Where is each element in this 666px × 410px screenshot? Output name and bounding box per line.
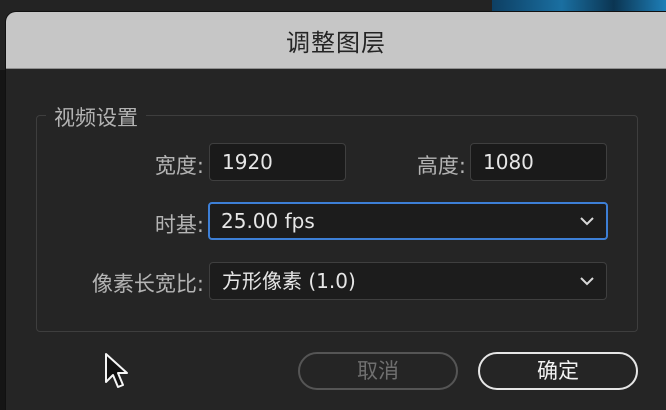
- video-settings-legend: 视频设置: [46, 102, 146, 132]
- height-field[interactable]: 1080: [470, 143, 607, 181]
- mouse-cursor-icon: [104, 352, 130, 396]
- width-field[interactable]: 1920: [209, 143, 346, 181]
- adjustment-layer-dialog: 调整图层 视频设置 宽度: 1920 高度: 1080 时基: 25.00 fp…: [6, 12, 666, 410]
- height-label: 高度:: [416, 154, 466, 178]
- chevron-down-icon: [580, 204, 594, 238]
- dialog-title: 调整图层: [286, 28, 386, 57]
- ok-button[interactable]: 确定: [478, 352, 638, 390]
- pixel-aspect-label: 像素长宽比:: [91, 272, 204, 296]
- dialog-titlebar[interactable]: 调整图层: [6, 12, 666, 69]
- pixel-aspect-value: 方形像素 (1.0): [222, 269, 356, 293]
- pixel-aspect-select[interactable]: 方形像素 (1.0): [209, 262, 607, 300]
- timebase-select[interactable]: 25.00 fps: [208, 202, 608, 240]
- cancel-button[interactable]: 取消: [298, 352, 458, 390]
- timebase-label: 时基:: [154, 213, 204, 237]
- width-label: 宽度:: [154, 154, 204, 178]
- timebase-value: 25.00 fps: [221, 209, 315, 233]
- chevron-down-icon: [580, 263, 594, 299]
